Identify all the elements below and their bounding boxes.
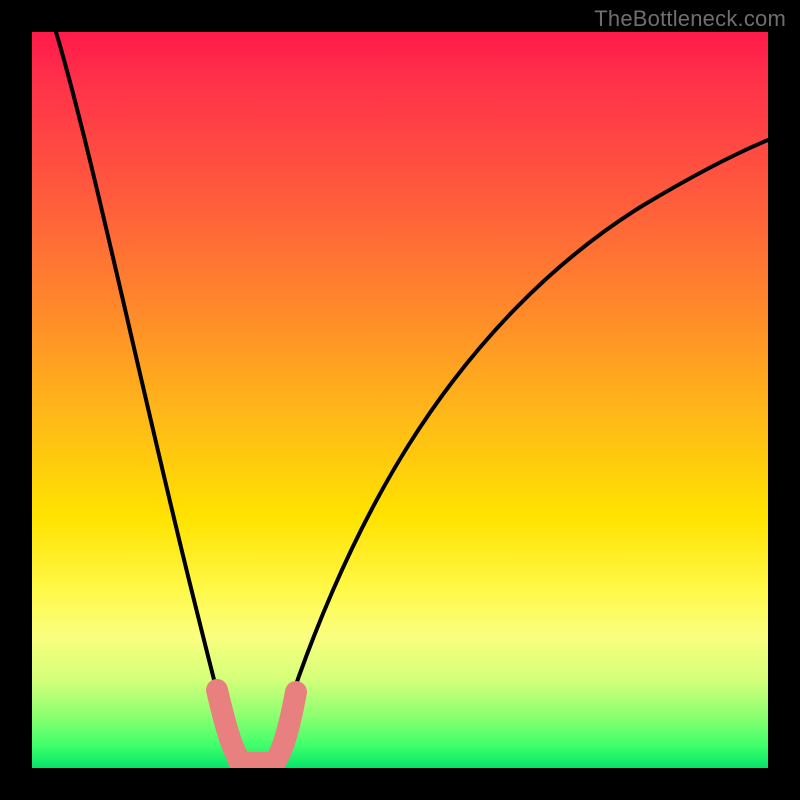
highlight-left xyxy=(217,690,240,760)
bottleneck-curve xyxy=(32,32,768,768)
watermark-text: TheBottleneck.com xyxy=(594,6,786,32)
plot-area xyxy=(32,32,768,768)
highlight-right xyxy=(276,692,296,760)
curve-path xyxy=(56,32,768,764)
chart-frame: TheBottleneck.com xyxy=(0,0,800,800)
